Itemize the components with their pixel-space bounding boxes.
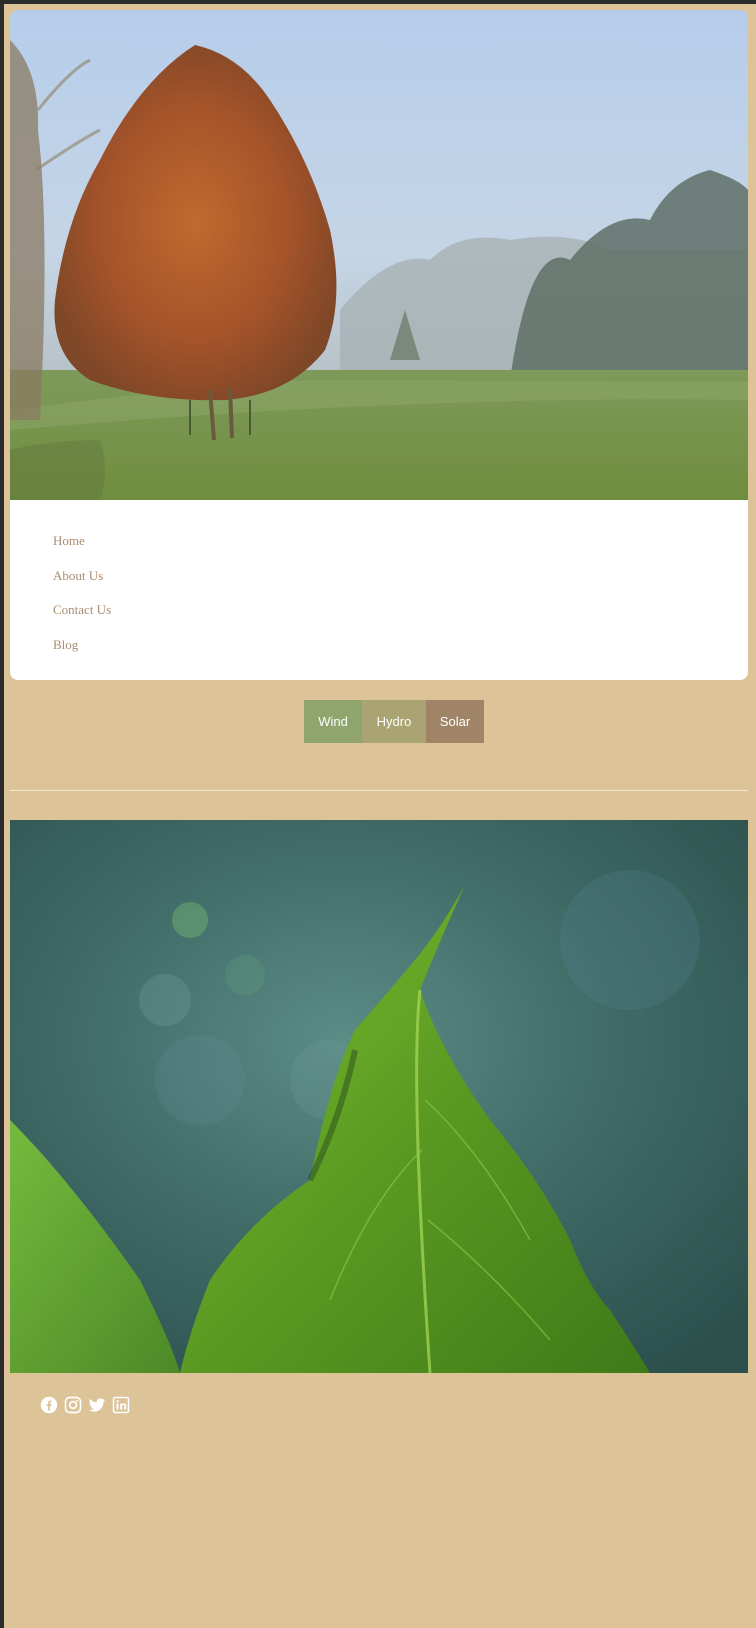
tab-wind[interactable]: Wind <box>304 700 362 743</box>
leaf-closeup-image <box>10 820 748 1373</box>
energy-tabs: Wind Hydro Solar <box>304 700 484 743</box>
leaf-illustration <box>10 820 748 1373</box>
facebook-icon[interactable] <box>40 1396 58 1414</box>
site-navigation: Home About Us Contact Us Blog <box>10 500 748 680</box>
window-edge-left <box>0 0 4 1628</box>
nav-item-blog[interactable]: Blog <box>53 637 78 653</box>
tab-hydro[interactable]: Hydro <box>362 700 426 743</box>
header-card: Home About Us Contact Us Blog <box>10 10 748 680</box>
hero-illustration <box>10 10 748 500</box>
nav-item-home[interactable]: Home <box>53 533 85 549</box>
tab-solar[interactable]: Solar <box>426 700 484 743</box>
nav-item-contact-us[interactable]: Contact Us <box>53 602 111 618</box>
section-divider <box>10 790 748 791</box>
instagram-icon[interactable] <box>64 1396 82 1414</box>
hero-image-autumn-tree-meadow <box>10 10 748 500</box>
nav-item-about-us[interactable]: About Us <box>53 568 103 584</box>
linkedin-icon[interactable] <box>112 1396 130 1414</box>
social-links <box>40 1396 130 1414</box>
window-edge-top <box>0 0 756 4</box>
twitter-icon[interactable] <box>88 1396 106 1414</box>
